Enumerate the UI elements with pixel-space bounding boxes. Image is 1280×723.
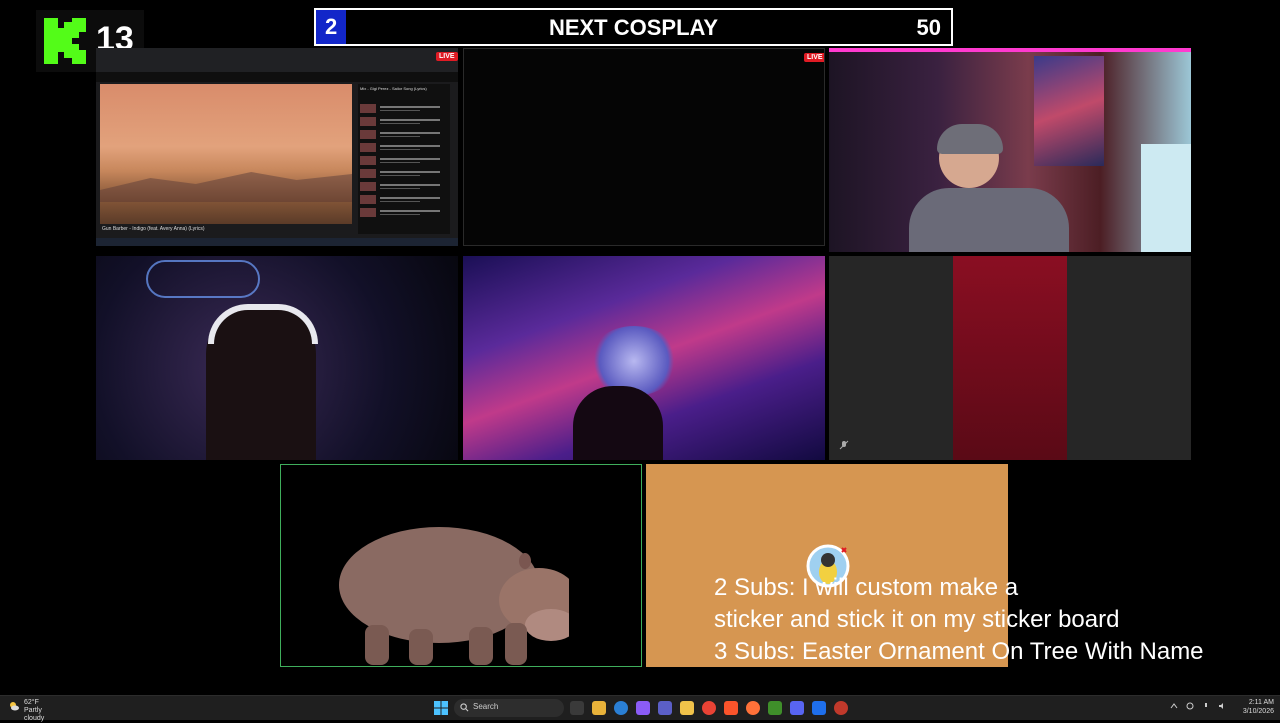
copilot-icon[interactable] bbox=[636, 701, 650, 715]
sub-goal-line: sticker and stick it on my sticker board bbox=[714, 606, 1120, 633]
pc-case-light bbox=[1141, 144, 1191, 252]
taskbar-search[interactable]: Search bbox=[454, 699, 564, 717]
app-icon[interactable] bbox=[812, 701, 826, 715]
teams-icon[interactable] bbox=[658, 701, 672, 715]
search-icon bbox=[460, 703, 469, 712]
neon-sign bbox=[146, 260, 260, 298]
system-clock[interactable]: 2:11 AM 3/10/2026 bbox=[1243, 698, 1274, 716]
webcam-tile-red bbox=[829, 256, 1191, 460]
hippo-video-tile bbox=[280, 464, 642, 667]
volume-icon[interactable] bbox=[1218, 702, 1226, 710]
task-view-icon[interactable] bbox=[570, 701, 584, 715]
list-item bbox=[360, 208, 448, 218]
brave-icon[interactable] bbox=[724, 701, 738, 715]
desert-mountains bbox=[100, 172, 352, 202]
screen-share-tile: Mix - Gigi Perez - Sailor Song (Lyrics) … bbox=[96, 48, 458, 246]
live-badge: LIVE bbox=[436, 52, 458, 61]
webcam-tile-streamer-neon bbox=[96, 256, 458, 460]
shared-taskbar bbox=[96, 238, 458, 246]
list-item bbox=[360, 143, 448, 153]
kick-k-icon bbox=[44, 18, 86, 64]
webcam-tile-streamer-headset bbox=[829, 48, 1191, 252]
list-item bbox=[360, 104, 448, 114]
galaxy-projector-tile bbox=[463, 256, 825, 460]
red-cam-feed bbox=[953, 256, 1067, 460]
folder-icon[interactable] bbox=[680, 701, 694, 715]
goal-target: 50 bbox=[916, 15, 941, 40]
windows-start-icon[interactable] bbox=[434, 701, 448, 715]
mic-muted-icon bbox=[839, 440, 849, 450]
windows-taskbar: 62°F Partly cloudy Search 2:11 AM 3/10/2… bbox=[0, 695, 1280, 722]
wall-poster bbox=[1034, 56, 1104, 166]
black-screen-tile: LIVE bbox=[463, 48, 825, 246]
chrome-icon[interactable] bbox=[702, 701, 716, 715]
live-badge: LIVE bbox=[804, 53, 824, 62]
moon-lamp bbox=[589, 326, 679, 396]
partly-cloudy-icon bbox=[10, 702, 19, 711]
sub-goal-line: 2 Subs: I will custom make a bbox=[714, 574, 1019, 601]
firefox-icon[interactable] bbox=[746, 701, 760, 715]
microphone-icon[interactable] bbox=[1202, 702, 1210, 710]
youtube-up-next-list: Mix - Gigi Perez - Sailor Song (Lyrics) bbox=[358, 84, 450, 234]
list-item bbox=[360, 117, 448, 127]
neon-light-strip bbox=[829, 48, 1191, 52]
sync-icon[interactable] bbox=[1186, 702, 1194, 710]
up-next-title: Mix - Gigi Perez - Sailor Song (Lyrics) bbox=[360, 86, 427, 91]
goal-title: NEXT COSPLAY bbox=[548, 15, 719, 40]
minecraft-icon[interactable] bbox=[768, 701, 782, 715]
clock-time: 2:11 AM bbox=[1248, 699, 1274, 706]
sub-goal-line: 3 Subs: Easter Ornament On Tree With Nam… bbox=[714, 638, 1204, 665]
edge-icon[interactable] bbox=[614, 701, 628, 715]
goal-banner: 2 NEXT COSPLAY 50 bbox=[314, 8, 953, 46]
browser-tab-bar bbox=[96, 48, 458, 72]
headphones bbox=[208, 304, 318, 344]
hoodie bbox=[909, 188, 1069, 252]
person-silhouette bbox=[573, 386, 663, 460]
youtube-video-player bbox=[100, 84, 352, 224]
list-item bbox=[360, 130, 448, 140]
obs-icon[interactable] bbox=[834, 701, 848, 715]
list-item bbox=[360, 156, 448, 166]
search-placeholder: Search bbox=[473, 702, 499, 711]
browser-address-bar bbox=[96, 72, 458, 82]
weather-condition: Partly cloudy bbox=[24, 707, 45, 722]
list-item bbox=[360, 195, 448, 205]
hippo-image bbox=[339, 527, 569, 665]
list-item bbox=[360, 169, 448, 179]
file-explorer-icon[interactable] bbox=[592, 701, 606, 715]
weather-temp: 62°F bbox=[24, 699, 39, 706]
video-title: Gun Barber - Indigo (feat. Avery Anna) (… bbox=[102, 226, 205, 232]
chevron-up-icon[interactable] bbox=[1170, 702, 1178, 710]
sub-goals-text: 2 Subs: I will custom make a sticker and… bbox=[714, 572, 1280, 668]
discord-icon[interactable] bbox=[790, 701, 804, 715]
clock-date: 3/10/2026 bbox=[1242, 708, 1274, 715]
beanie bbox=[937, 124, 1003, 154]
list-item bbox=[360, 182, 448, 192]
